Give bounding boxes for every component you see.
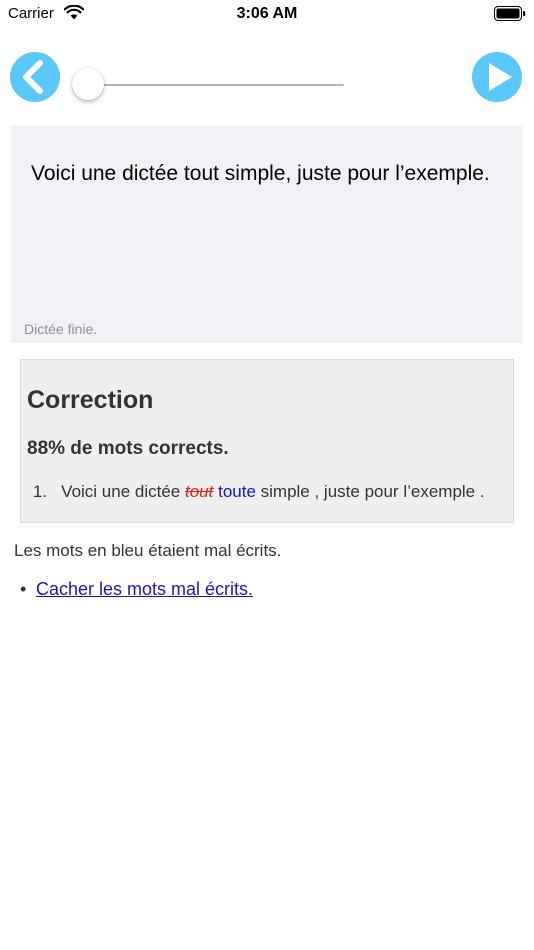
correction-score: 88% de mots corrects.: [27, 438, 229, 459]
hide-misspelled-link[interactable]: Cacher les mots mal écrits.: [36, 579, 253, 599]
segment-before: Voici une dictée: [61, 482, 181, 501]
chevron-left-icon: [10, 52, 60, 102]
play-icon: [472, 52, 522, 102]
status-time: 3:06 AM: [236, 5, 298, 22]
dictation-status: Dictée finie.: [24, 321, 98, 337]
playback-slider[interactable]: [72, 62, 344, 100]
wrong-word: tout: [185, 482, 214, 501]
dictation-text: Voici une dictée tout simple, juste pour…: [31, 162, 490, 185]
battery-icon: [494, 6, 526, 26]
correction-title: Correction: [27, 386, 154, 414]
segment-after: simple , juste pour l’exemple .: [260, 482, 485, 501]
play-button[interactable]: [472, 52, 522, 102]
fixed-word: toute: [218, 482, 256, 501]
list-item: • Cacher les mots mal écrits.: [20, 579, 253, 600]
note-text: Les mots en bleu étaient mal écrits.: [14, 541, 282, 560]
dictation-text-area[interactable]: Voici une dictée tout simple, juste pour…: [11, 125, 523, 343]
slider-thumb[interactable]: [72, 68, 104, 100]
bullet: •: [20, 579, 27, 599]
back-button[interactable]: [10, 52, 60, 102]
player-toolbar: [0, 50, 534, 104]
correction-panel: Correction 88% de mots corrects. 1. Voic…: [20, 359, 514, 523]
status-bar: Carrier 3:06 AM: [0, 0, 534, 28]
slider-track: [88, 84, 344, 86]
line-number: 1.: [32, 482, 47, 501]
correction-line: 1. Voici une dictée tout toute simple , …: [21, 482, 485, 502]
